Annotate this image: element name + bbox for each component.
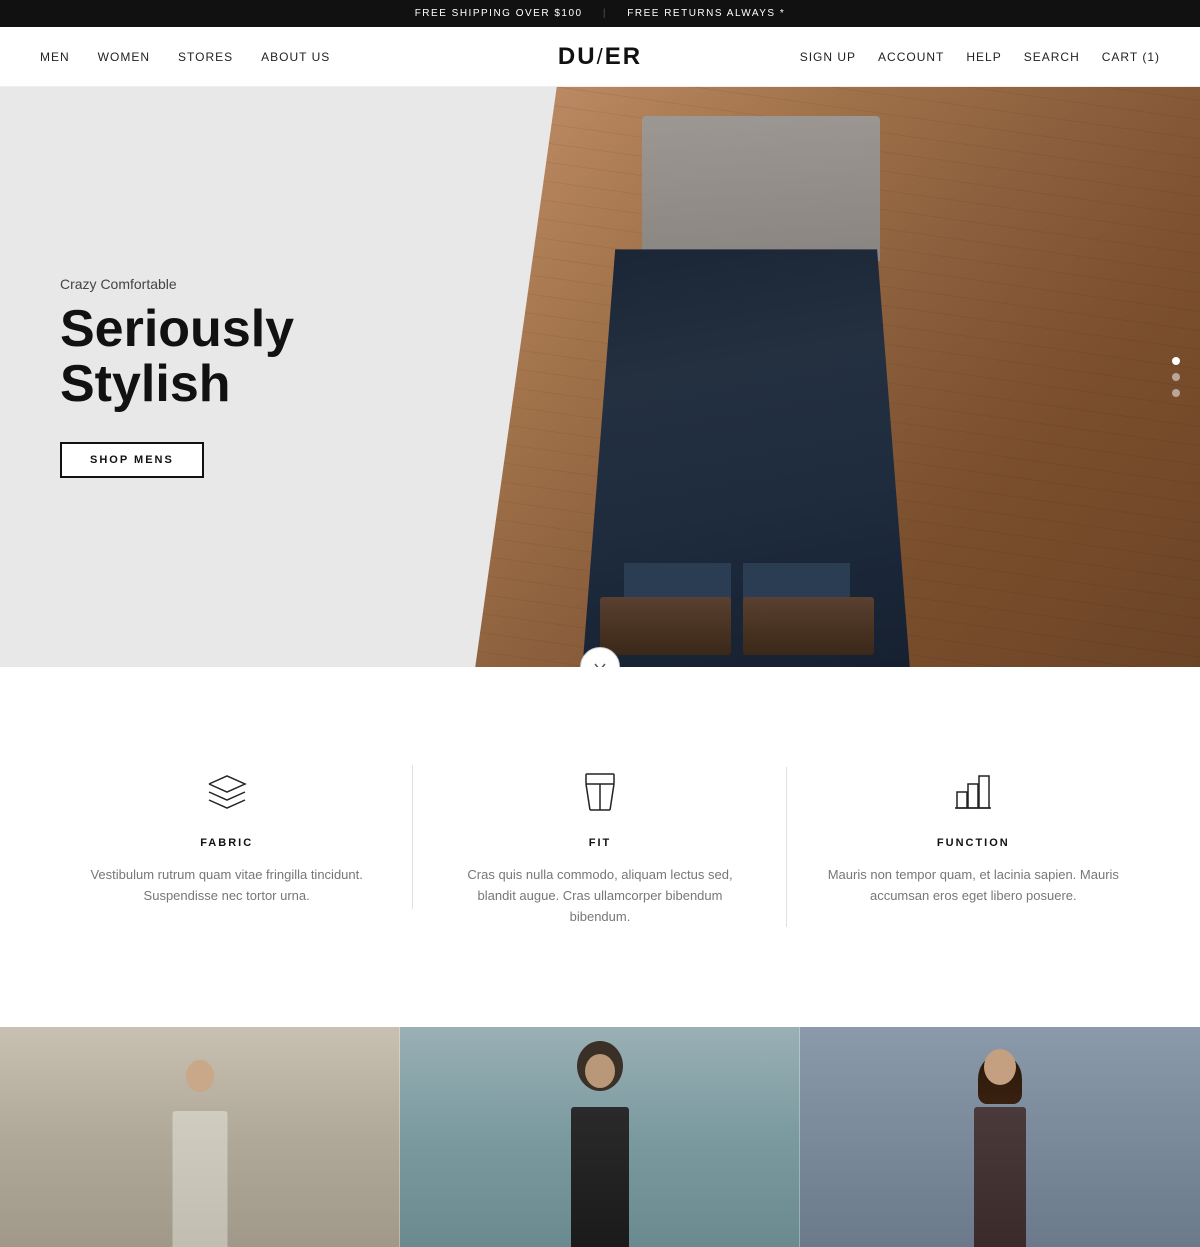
- function-title: FUNCTION: [827, 837, 1120, 849]
- logo-slash: /: [597, 44, 605, 69]
- men-shirt: [173, 1111, 228, 1247]
- slider-dot-2[interactable]: [1172, 373, 1180, 381]
- slider-dots: [1172, 357, 1180, 397]
- product-card-men[interactable]: [0, 1027, 400, 1247]
- unisex-person: [440, 1027, 760, 1247]
- banner-divider: |: [603, 8, 607, 19]
- hero-title: Seriously Stylish: [60, 302, 294, 411]
- hero-text-block: Crazy Comfortable Seriously Stylish SHOP…: [60, 276, 294, 477]
- men-person: [40, 1027, 360, 1247]
- fit-icon: [453, 767, 746, 817]
- hero-section: Crazy Comfortable Seriously Stylish SHOP…: [0, 87, 1200, 667]
- nav-about[interactable]: ABOUT US: [261, 50, 330, 64]
- features-section: FABRIC Vestibulum rutrum quam vitae frin…: [0, 667, 1200, 1027]
- shop-mens-button[interactable]: SHOP MENS: [60, 442, 204, 478]
- slider-dot-1[interactable]: [1172, 357, 1180, 365]
- nav-help[interactable]: HELP: [966, 50, 1001, 64]
- shirt: [642, 116, 880, 261]
- unisex-head: [585, 1054, 615, 1088]
- feature-fabric: FABRIC Vestibulum rutrum quam vitae frin…: [40, 747, 413, 927]
- product-card-women[interactable]: [800, 1027, 1200, 1247]
- nav-stores[interactable]: STORES: [178, 50, 233, 64]
- hero-image: [456, 87, 1200, 667]
- chevron-down-icon: [593, 660, 607, 667]
- slider-dot-3[interactable]: [1172, 389, 1180, 397]
- products-section: [0, 1027, 1200, 1247]
- function-desc: Mauris non tempor quam, et lacinia sapie…: [827, 865, 1120, 907]
- hero-subtitle: Crazy Comfortable: [60, 276, 294, 292]
- cart-button[interactable]: CART (1): [1102, 50, 1160, 64]
- nav-account[interactable]: ACCOUNT: [878, 50, 944, 64]
- function-icon: [827, 767, 1120, 817]
- hero-person-container: [493, 87, 1088, 667]
- nav-left: MEN WOMEN STORES ABOUT US: [40, 50, 330, 64]
- site-logo[interactable]: DU/ER: [558, 43, 642, 71]
- header: MEN WOMEN STORES ABOUT US DU/ER SIGN UP …: [0, 27, 1200, 87]
- hero-title-line2: Stylish: [60, 355, 231, 413]
- feature-fit: FIT Cras quis nulla commodo, aliquam lec…: [413, 747, 786, 947]
- product-card-unisex[interactable]: [400, 1027, 800, 1247]
- hero-title-line1: Seriously: [60, 300, 294, 358]
- nav-women[interactable]: WOMEN: [98, 50, 150, 64]
- women-person: [840, 1027, 1160, 1247]
- men-head: [186, 1060, 214, 1092]
- women-top: [974, 1107, 1026, 1247]
- unisex-jacket: [571, 1107, 629, 1247]
- boot-right: [743, 597, 874, 655]
- nav-right: SIGN UP ACCOUNT HELP SEARCH CART (1): [800, 50, 1160, 64]
- women-head: [984, 1049, 1016, 1085]
- fit-desc: Cras quis nulla commodo, aliquam lectus …: [453, 865, 746, 927]
- fabric-icon: [80, 767, 373, 817]
- fabric-desc: Vestibulum rutrum quam vitae fringilla t…: [80, 865, 373, 907]
- nav-search[interactable]: SEARCH: [1024, 50, 1080, 64]
- feature-function: FUNCTION Mauris non tempor quam, et laci…: [787, 747, 1160, 927]
- fabric-title: FABRIC: [80, 837, 373, 849]
- top-banner: FREE SHIPPING OVER $100 | FREE RETURNS A…: [0, 0, 1200, 27]
- fit-title: FIT: [453, 837, 746, 849]
- hero-content: Crazy Comfortable Seriously Stylish SHOP…: [0, 87, 456, 667]
- nav-men[interactable]: MEN: [40, 50, 70, 64]
- nav-signup[interactable]: SIGN UP: [800, 50, 856, 64]
- banner-text2: FREE RETURNS ALWAYS *: [627, 8, 785, 19]
- banner-text1: FREE SHIPPING OVER $100: [415, 8, 583, 19]
- boot-left: [600, 597, 731, 655]
